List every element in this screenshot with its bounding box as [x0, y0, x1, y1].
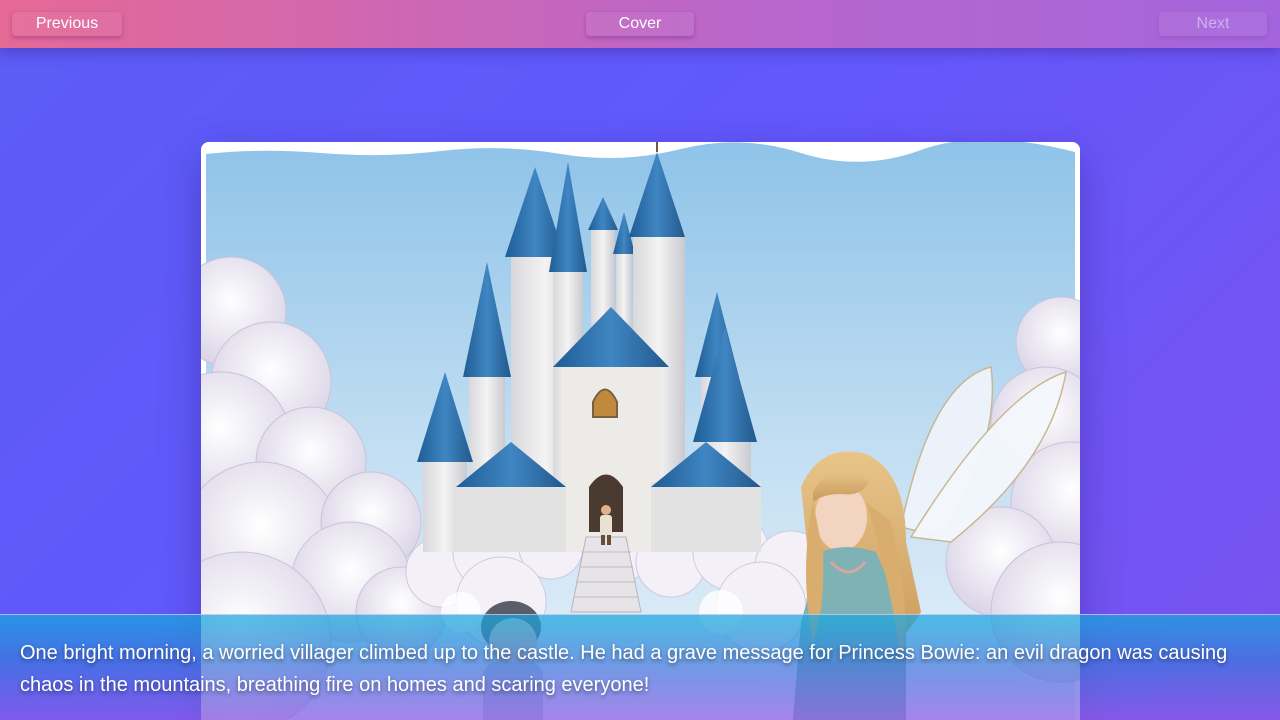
next-button: Next [1159, 12, 1267, 36]
story-caption-panel: One bright morning, a worried villager c… [0, 614, 1280, 720]
previous-button[interactable]: Previous [12, 12, 122, 36]
story-text: One bright morning, a worried villager c… [20, 642, 1228, 696]
cover-button[interactable]: Cover [586, 12, 694, 36]
top-navigation-bar: Previous Cover Next [0, 0, 1280, 48]
